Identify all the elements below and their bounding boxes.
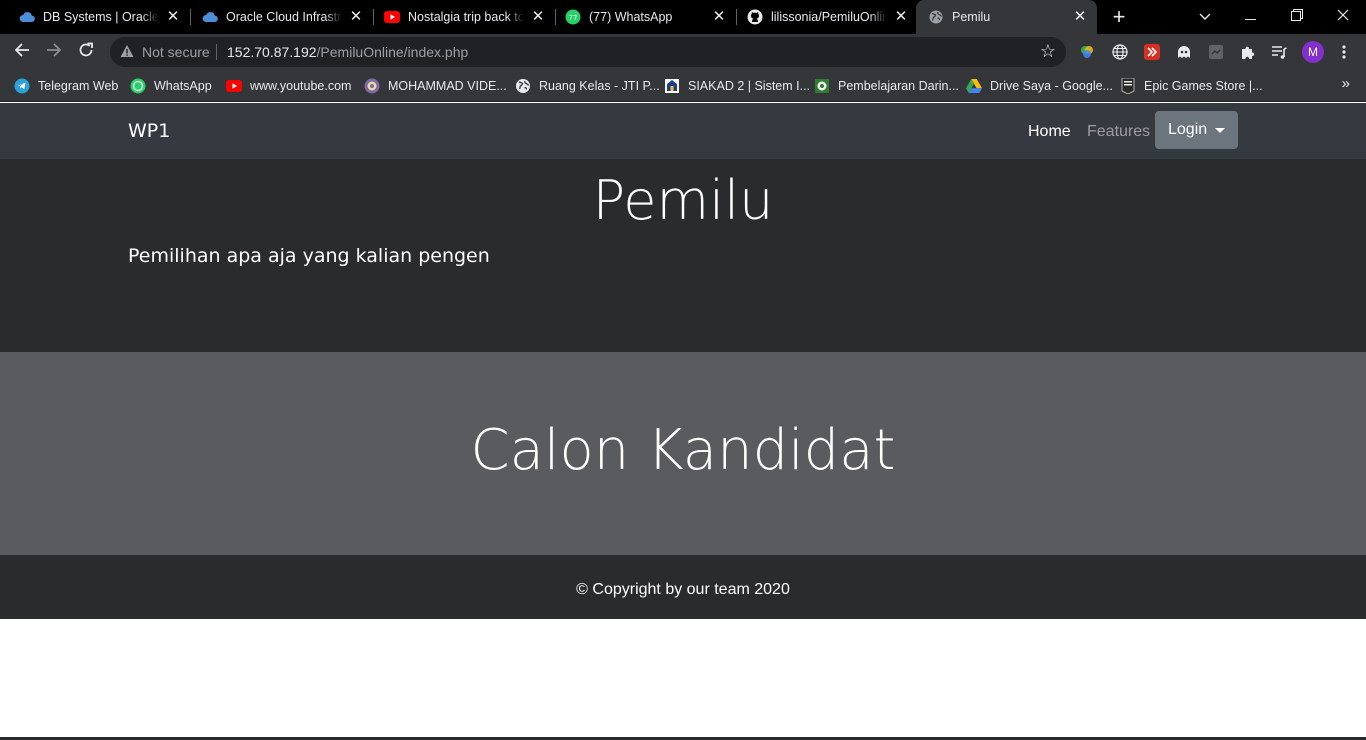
tab-title: Nostalgia trip back to: [408, 10, 524, 24]
globe-icon: [515, 78, 531, 94]
tab-search-chevron-down-icon[interactable]: [1182, 0, 1228, 34]
bookmark-ruang-kelas[interactable]: Ruang Kelas - JTI P...: [515, 76, 660, 96]
tab-whatsapp[interactable]: 77 (77) WhatsApp ✕: [546, 0, 737, 34]
tab-oracle-cloud[interactable]: Oracle Cloud Infrastru ✕: [183, 0, 374, 34]
warning-icon[interactable]: [120, 44, 134, 63]
whatsapp-icon: 77: [565, 9, 581, 25]
bookmark-label: www.youtube.com: [250, 79, 352, 93]
page-footer: © Copyright by our team 2020: [0, 555, 1366, 619]
tab-strip: DB Systems | Oracle Cl ✕ Oracle Cloud In…: [0, 0, 1366, 34]
close-icon[interactable]: ✕: [893, 9, 909, 25]
close-icon[interactable]: ✕: [165, 9, 181, 25]
google-drive-icon: [966, 78, 982, 94]
epic-games-icon: [1120, 78, 1136, 94]
reload-icon[interactable]: [74, 40, 98, 64]
youtube-icon: [226, 78, 242, 94]
login-dropdown-button[interactable]: Login: [1155, 111, 1238, 149]
tab-db-systems[interactable]: DB Systems | Oracle Cl ✕: [0, 0, 191, 34]
jumbotron: Pemilu Pemilihan apa aja yang kalian pen…: [0, 159, 1366, 352]
oracle-cloud-icon: [19, 9, 35, 25]
bookmark-label: Telegram Web: [38, 79, 119, 93]
login-label: Login: [1168, 121, 1208, 138]
bookmark-label: WhatsApp: [154, 79, 212, 93]
puzzle-extensions-icon[interactable]: [1239, 43, 1257, 61]
telegram-icon: [14, 78, 30, 94]
bookmark-label: Pembelajaran Darin...: [838, 79, 959, 93]
youtube-icon: [384, 9, 400, 25]
seal-icon: [364, 78, 380, 94]
url-host: 152.70.87.192: [227, 44, 317, 60]
url-path: /PemiluOnline/index.php: [316, 44, 469, 60]
bookmark-siakad[interactable]: SIAKAD 2 | Sistem I...: [664, 76, 810, 96]
bookmarks-bar: Telegram Web WhatsApp www.youtube.com MO…: [0, 70, 1366, 102]
bookmark-label: Ruang Kelas - JTI P...: [539, 79, 660, 93]
close-window-button[interactable]: [1320, 0, 1366, 34]
media-queue-icon[interactable]: [1270, 43, 1288, 61]
candidates-section: Calon Kandidat: [0, 352, 1366, 555]
back-arrow-icon[interactable]: [10, 40, 34, 64]
multicolor-extension-icon[interactable]: [1078, 43, 1096, 61]
forward-arrow-icon[interactable]: [42, 40, 66, 64]
globe-icon: [928, 9, 944, 25]
tab-title: DB Systems | Oracle Cl: [43, 10, 159, 24]
tab-title: (77) WhatsApp: [589, 10, 673, 24]
tab-title: Pemilu: [952, 10, 991, 24]
bookmark-label: Epic Games Store |...: [1144, 79, 1263, 93]
github-icon: [747, 9, 763, 25]
grayed-extension-icon[interactable]: [1207, 43, 1225, 61]
ghost-extension-icon[interactable]: [1175, 43, 1193, 61]
security-label[interactable]: Not secure: [142, 44, 210, 60]
close-icon[interactable]: ✕: [711, 9, 727, 25]
url-text[interactable]: 152.70.87.192/PemiluOnline/index.php: [227, 44, 468, 60]
new-tab-button[interactable]: +: [1108, 6, 1130, 28]
bookmark-google-drive[interactable]: Drive Saya - Google...: [966, 76, 1113, 96]
bookmarks-overflow-chevron-icon[interactable]: »: [1342, 75, 1350, 92]
media-extension-icon[interactable]: [1143, 43, 1161, 61]
close-icon[interactable]: ✕: [1072, 9, 1088, 25]
nav-link-home[interactable]: Home: [1028, 123, 1071, 141]
bookmark-whatsapp[interactable]: WhatsApp: [130, 76, 212, 96]
address-bar[interactable]: Not secure 152.70.87.192/PemiluOnline/in…: [110, 37, 1066, 67]
bookmark-label: Drive Saya - Google...: [990, 79, 1113, 93]
bookmark-youtube[interactable]: www.youtube.com: [226, 76, 351, 96]
more-menu-icon[interactable]: [1335, 43, 1353, 61]
bookmark-label: MOHAMMAD VIDE...: [388, 79, 507, 93]
minimize-button[interactable]: [1228, 0, 1274, 34]
bookmark-telegram[interactable]: Telegram Web: [14, 76, 118, 96]
globe-extension-icon[interactable]: [1111, 43, 1129, 61]
address-divider: [216, 44, 217, 60]
bookmark-label: SIAKAD 2 | Sistem I...: [688, 79, 811, 93]
jumbotron-lead: Pemilihan apa aja yang kalian pengen: [128, 245, 490, 267]
bookmark-epic-games[interactable]: Epic Games Store |...: [1120, 76, 1263, 96]
tab-pemilu-active[interactable]: Pemilu ✕: [916, 0, 1097, 34]
restore-button[interactable]: [1274, 0, 1320, 34]
footer-copyright: © Copyright by our team 2020: [576, 581, 790, 598]
close-icon[interactable]: ✕: [530, 9, 546, 25]
tab-title: Oracle Cloud Infrastru: [226, 10, 342, 24]
tab-youtube[interactable]: Nostalgia trip back to ✕: [365, 0, 556, 34]
page-title: Pemilu: [592, 169, 774, 232]
bookmark-star-icon[interactable]: ☆: [1040, 42, 1056, 60]
tab-github[interactable]: lilissonia/PemiluOnline ✕: [728, 0, 918, 34]
caret-down-icon: [1215, 127, 1226, 133]
bookmark-mohammad[interactable]: MOHAMMAD VIDE...: [364, 76, 507, 96]
svg-text:77: 77: [569, 14, 578, 22]
site-navbar: WP1 Home Features Login: [0, 103, 1366, 159]
bookmark-pembelajaran[interactable]: Pembelajaran Darin...: [814, 76, 959, 96]
close-icon[interactable]: ✕: [348, 9, 364, 25]
siakad-icon: [664, 78, 680, 94]
section-title: Calon Kandidat: [470, 418, 896, 483]
campus-icon: [814, 78, 830, 94]
profile-avatar[interactable]: M: [1302, 41, 1324, 63]
nav-link-features[interactable]: Features: [1087, 123, 1150, 141]
browser-toolbar: Not secure 152.70.87.192/PemiluOnline/in…: [0, 34, 1366, 70]
tab-title: lilissonia/PemiluOnline: [771, 10, 887, 24]
oracle-cloud-icon: [202, 9, 218, 25]
whatsapp-icon: [130, 78, 146, 94]
navbar-brand[interactable]: WP1: [128, 120, 170, 142]
